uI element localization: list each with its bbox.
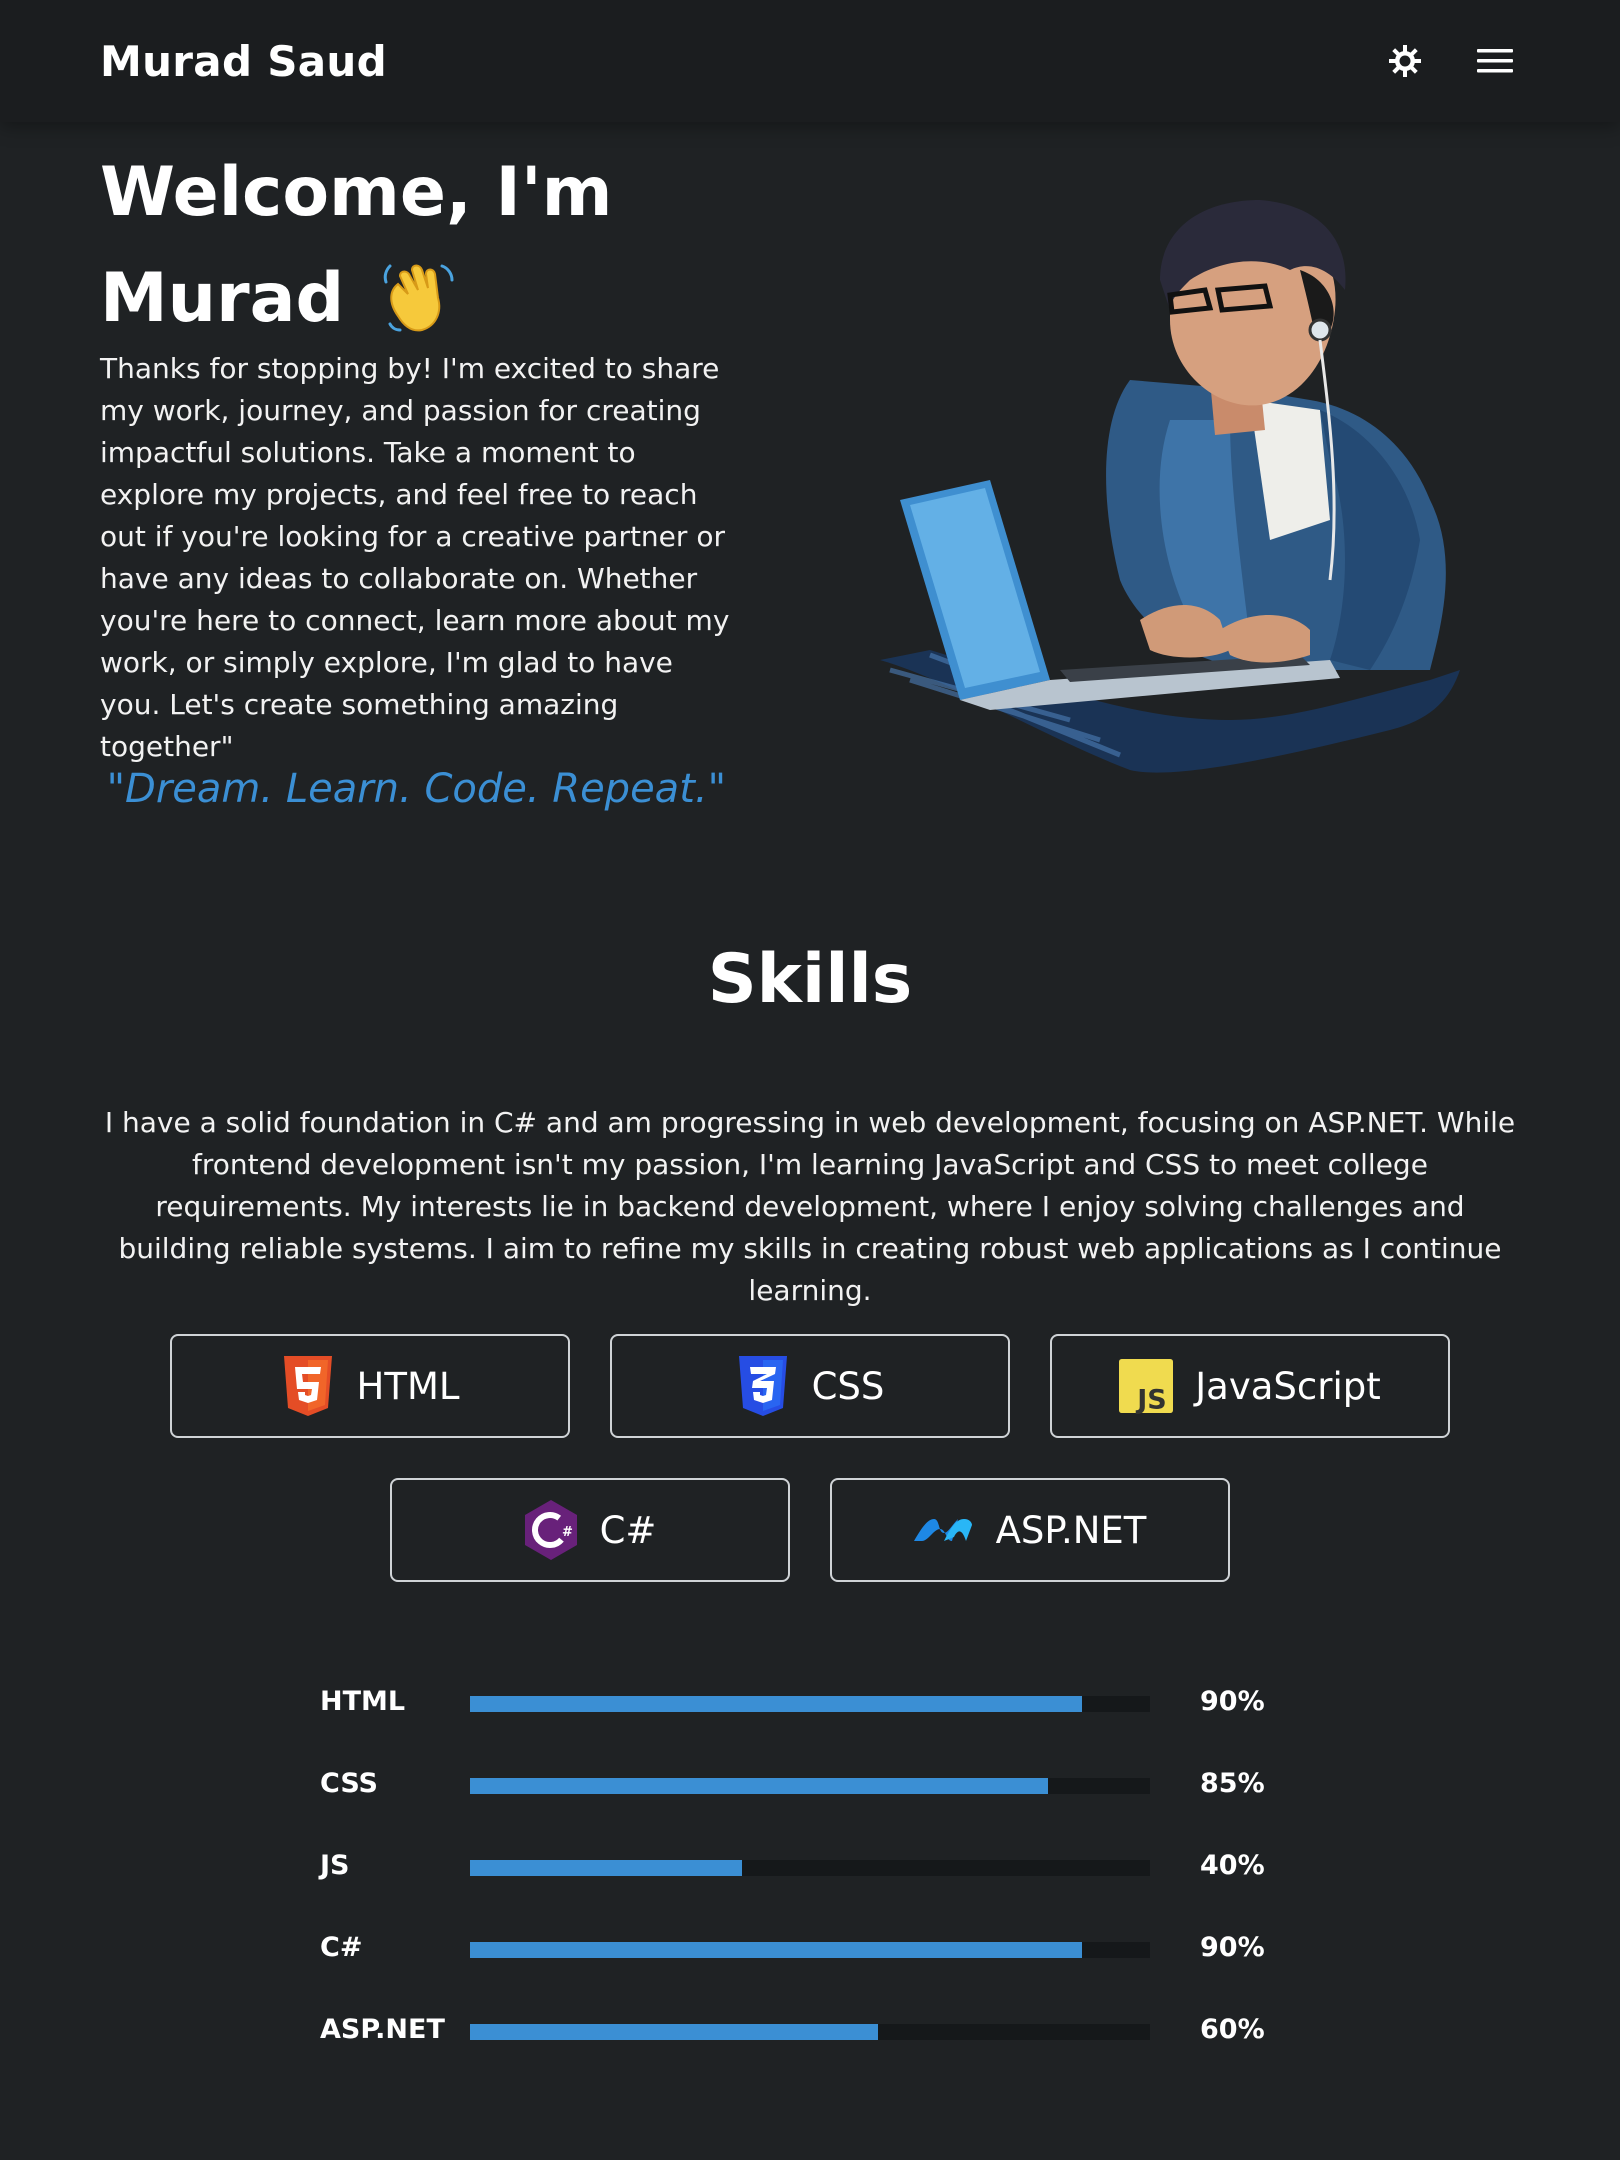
brand-name[interactable]: Murad Saud	[100, 37, 387, 86]
html5-icon	[281, 1356, 335, 1416]
skills-title: Skills	[707, 940, 913, 1019]
skill-card-aspnet[interactable]: ASP.NET	[830, 1478, 1230, 1582]
csharp-icon: #	[524, 1500, 578, 1560]
skill-bar-percent: 85%	[1200, 1768, 1265, 1799]
skill-bar-track	[470, 1942, 1150, 1958]
hero-title-line2: Murad	[100, 259, 345, 338]
hamburger-menu-icon	[1477, 49, 1513, 73]
skill-card-label: HTML	[356, 1364, 460, 1408]
css3-icon	[736, 1356, 790, 1416]
skill-card-css[interactable]: CSS	[610, 1334, 1010, 1438]
aspnet-icon	[913, 1501, 974, 1559]
skill-bar-track	[470, 1696, 1150, 1712]
skill-bar-fill	[470, 1860, 742, 1876]
waving-hand-icon	[383, 264, 454, 332]
skill-bar-track	[470, 2024, 1150, 2040]
skill-bar-percent: 90%	[1200, 1686, 1265, 1717]
hero-intro: Thanks for stopping by! I'm excited to s…	[100, 352, 730, 763]
theme-toggle-button[interactable]	[1380, 36, 1430, 86]
skill-card-csharp[interactable]: # C#	[390, 1478, 790, 1582]
navbar: Murad Saud	[0, 0, 1620, 122]
javascript-icon: JS	[1119, 1357, 1174, 1416]
skill-bar-percent: 90%	[1200, 1932, 1265, 1963]
skill-bar-fill	[470, 1696, 1082, 1712]
developer-with-laptop-illustration	[880, 200, 1460, 773]
skill-bar-row: JS 40%	[320, 1846, 1300, 1886]
svg-text:#: #	[562, 1525, 573, 1540]
skill-bar-fill	[470, 2024, 878, 2040]
nav-actions	[1380, 36, 1520, 86]
skill-bar-track	[470, 1778, 1150, 1794]
skill-card-label: ASP.NET	[995, 1508, 1147, 1552]
skill-bar-percent: 60%	[1200, 2014, 1265, 2045]
svg-text:JS: JS	[1135, 1385, 1167, 1416]
skill-bar-track	[470, 1860, 1150, 1876]
skill-bar-label: HTML	[320, 1686, 406, 1717]
skill-bar-label: JS	[320, 1850, 350, 1881]
skill-bar-label: CSS	[320, 1768, 378, 1799]
skill-bar-fill	[470, 1942, 1082, 1958]
skill-card-javascript[interactable]: JS JavaScript	[1050, 1334, 1450, 1438]
skill-bar-percent: 40%	[1200, 1850, 1265, 1881]
sun-icon	[1389, 45, 1421, 77]
skills-description: I have a solid foundation in C# and am p…	[104, 1106, 1516, 1307]
hero-title: Welcome, I'm Murad	[100, 140, 740, 352]
skill-bar-fill	[470, 1778, 1048, 1794]
skill-card-label: CSS	[811, 1364, 885, 1408]
skill-card-label: C#	[599, 1508, 657, 1552]
menu-button[interactable]	[1470, 36, 1520, 86]
skill-card-html[interactable]: HTML	[170, 1334, 570, 1438]
skill-bar-row: CSS 85%	[320, 1764, 1300, 1804]
hero-quote: "Dream. Learn. Code. Repeat."	[106, 766, 726, 812]
hero-title-line1: Welcome, I'm	[100, 153, 613, 232]
skill-bar-row: ASP.NET 60%	[320, 2010, 1300, 2050]
skill-bar-row: HTML 90%	[320, 1682, 1300, 1722]
skill-bar-row: C# 90%	[320, 1928, 1300, 1968]
skill-bar-label: C#	[320, 1932, 363, 1963]
skill-bar-label: ASP.NET	[320, 2014, 445, 2045]
skill-card-label: JavaScript	[1195, 1364, 1381, 1408]
